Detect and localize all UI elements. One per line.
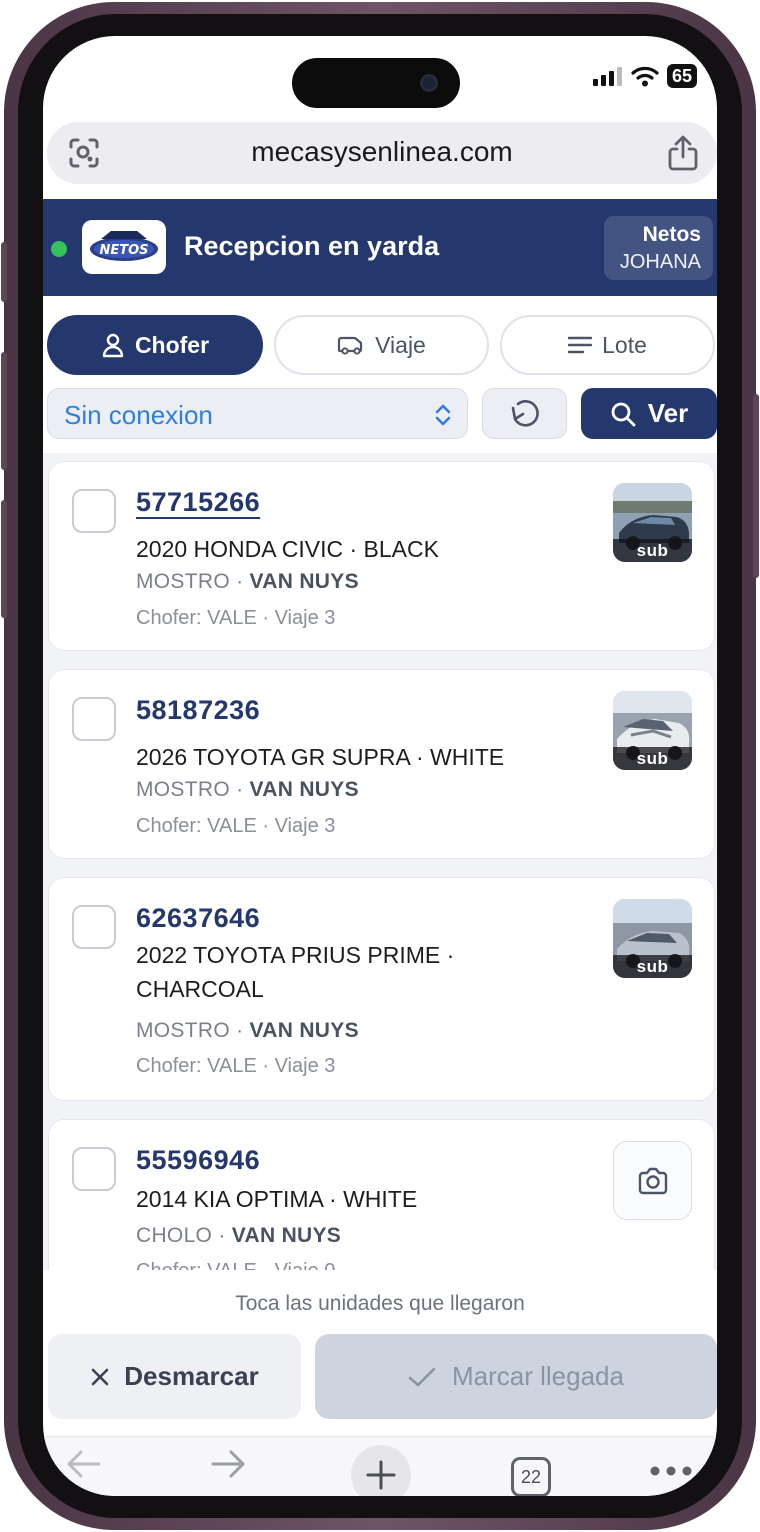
camera-lens [420,74,438,92]
vehicle-location: CHOLO · VAN NUYS [136,1224,342,1247]
lot-number-link[interactable]: 62637646 [136,903,260,934]
photo-badge: sub [613,539,692,562]
user-name: JOHANA [619,251,701,273]
close-icon [91,1368,109,1385]
vehicle-checkbox[interactable] [72,697,116,741]
tab-viaje[interactable]: Viaje [274,315,489,375]
address-bar[interactable]: mecasysenlinea.com [47,122,717,184]
phone-screen: 65 mecasysenlinea.com NETOS Recepcion en… [43,36,717,1496]
ver-button[interactable]: Ver [581,388,717,439]
mark-arrival-label: Marcar llegada [452,1361,624,1391]
vehicle-meta: Chofer: VALE · Viaje 0 [136,1260,335,1270]
forward-arrow-icon[interactable] [209,1447,249,1481]
yard-name: VAN NUYS [231,1224,342,1247]
battery-level: 65 [666,64,697,88]
search-icon [611,402,636,426]
plus-icon [366,1460,396,1490]
seller-name: MOSTRO [136,1019,230,1042]
power-button [753,394,759,578]
logo-graphic: NETOS [90,231,158,261]
wifi-icon [631,66,659,87]
yard-name: VAN NUYS [249,778,359,801]
vehicle-description: 2022 TOYOTA PRIUS PRIME · CHARCOAL [136,942,455,1002]
unmark-label: Desmarcar [124,1361,259,1391]
vehicle-checkbox[interactable] [72,489,116,533]
yard-name: VAN NUYS [249,1019,359,1042]
page-title: Recepcion en yarda [184,231,440,261]
refresh-icon [511,399,539,427]
seller-name: MOSTRO [136,570,230,593]
cellular-signal-icon [592,67,622,86]
chevron-updown-icon [435,404,451,426]
url-text: mecasysenlinea.com [251,136,513,167]
app-header: NETOS Recepcion en yarda Netos JOHANA [43,199,717,296]
company-name: Netos [642,223,701,246]
more-icon[interactable] [649,1465,693,1477]
photo-badge: sub [613,747,692,770]
user-badge[interactable]: Netos JOHANA [604,216,713,280]
vehicle-photo[interactable]: sub [613,691,692,770]
instruction-hint: Toca las unidades que llegaron [43,1270,717,1328]
vehicle-checkbox[interactable] [72,1147,116,1191]
vehicle-photo[interactable]: sub [613,483,692,562]
tab-label: Lote [602,331,647,358]
dynamic-island [292,58,460,108]
add-photo-button[interactable] [613,1141,692,1220]
volume-down-button [1,500,7,618]
vehicle-card[interactable]: 55596946 2014 KIA OPTIMA · WHITE CHOLO ·… [48,1119,715,1270]
vehicle-location: MOSTRO · VAN NUYS [136,778,359,801]
share-icon[interactable] [667,134,699,172]
back-arrow-icon[interactable] [63,1447,103,1481]
vehicle-card[interactable]: 58187236 2026 TOYOTA GR SUPRA · WHITE MO… [48,669,715,859]
vehicle-description: 2020 HONDA CIVIC · BLACK [136,536,439,562]
action-button [1,242,7,302]
person-icon [102,333,124,358]
new-tab-button[interactable] [351,1445,411,1496]
connection-select[interactable]: Sin conexion [47,388,468,439]
vehicle-location: MOSTRO · VAN NUYS [136,1019,359,1042]
vehicle-card[interactable]: 62637646 2022 TOYOTA PRIUS PRIME · CHARC… [48,877,715,1101]
unmark-button[interactable]: Desmarcar [48,1334,301,1419]
list-icon [568,336,593,354]
vehicle-location: MOSTRO · VAN NUYS [136,570,359,593]
camera-icon [638,1167,667,1194]
browser-toolbar: 22 [43,1436,717,1496]
vehicle-meta: Chofer: VALE · Viaje 3 [136,815,336,837]
tab-label: Chofer [134,331,210,358]
truck-icon [338,336,363,355]
lot-number-link[interactable]: 55596946 [136,1145,260,1176]
vehicle-list[interactable]: 57715266 2020 HONDA CIVIC · BLACK MOSTRO… [43,453,717,1270]
tabs-overview-button[interactable]: 22 [511,1457,551,1496]
ver-label: Ver [647,398,689,428]
mark-arrival-button[interactable]: Marcar llegada [315,1334,717,1419]
checkmark-icon [408,1367,436,1386]
vehicle-description: 2014 KIA OPTIMA · WHITE [136,1186,418,1212]
logo-text: NETOS [99,243,148,258]
vehicle-checkbox[interactable] [72,905,116,949]
vehicle-meta: Chofer: VALE · Viaje 3 [136,607,336,629]
company-logo: NETOS [82,220,166,274]
photo-badge: sub [613,955,692,978]
seller-name: CHOLO [136,1224,213,1247]
connection-status-dot [51,241,67,257]
vehicle-card[interactable]: 57715266 2020 HONDA CIVIC · BLACK MOSTRO… [48,461,715,651]
status-icons: 65 [592,63,697,89]
tab-lote[interactable]: Lote [500,315,715,375]
refresh-button[interactable] [482,388,567,439]
vehicle-meta: Chofer: VALE · Viaje 3 [136,1055,336,1077]
connection-select-value: Sin conexion [64,400,213,430]
volume-up-button [1,352,7,470]
vehicle-photo[interactable]: sub [613,899,692,978]
lot-number-link[interactable]: 58187236 [136,695,260,726]
tab-label: Viaje [375,331,426,358]
vehicle-description: 2026 TOYOTA GR SUPRA · WHITE [136,744,505,770]
lot-number-link[interactable]: 57715266 [136,487,260,518]
tab-chofer[interactable]: Chofer [47,315,263,375]
seller-name: MOSTRO [136,778,230,801]
yard-name: VAN NUYS [249,570,359,593]
